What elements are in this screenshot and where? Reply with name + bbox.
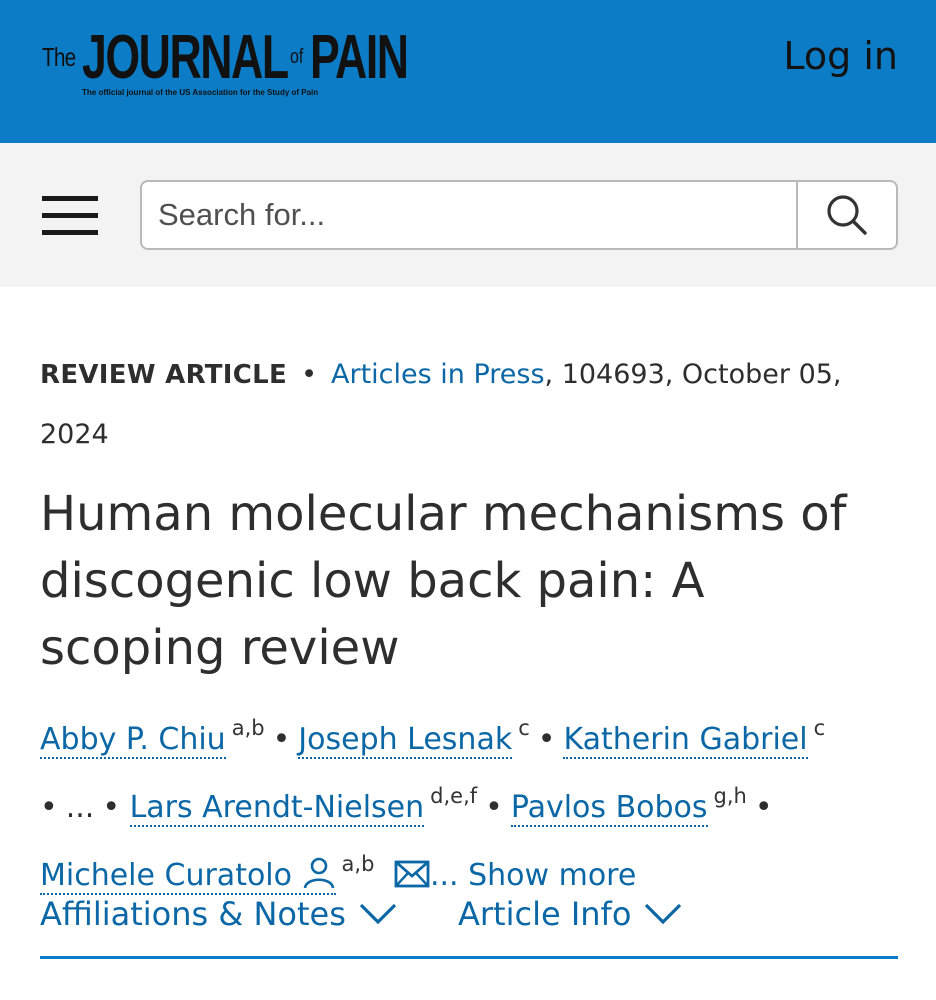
meta-separator: • [301, 359, 317, 390]
author-separator: • [272, 722, 291, 757]
author-separator: • [102, 790, 121, 825]
author-separator: • [485, 790, 503, 825]
search-box [140, 180, 898, 250]
article-meta: REVIEW ARTICLE • Articles in Press, 104693… [40, 345, 900, 464]
chevron-down-icon [645, 903, 682, 925]
login-link[interactable]: Log in [783, 34, 898, 78]
author-list: Abby P. Chiu a,b • Joseph Lesnak c • Katherin … [40, 700, 910, 904]
author-separator: • [40, 790, 58, 825]
author-name[interactable]: Joseph Lesnak [298, 722, 513, 759]
person-icon [303, 857, 334, 889]
logo-the: The [42, 42, 76, 72]
logo-tagline: The official journal of the US Associati… [82, 88, 319, 97]
author-affiliation: g,h [713, 784, 747, 808]
search-icon [827, 195, 867, 235]
journal-logo[interactable]: The JOURNAL of PAIN The official journal… [42, 22, 432, 102]
author-name[interactable]: Pavlos Bobos [510, 790, 708, 827]
logo-of: of [290, 46, 304, 68]
tab-article-info[interactable]: Article Info [458, 895, 683, 933]
tab-affiliations-notes[interactable]: Affiliations & Notes [40, 895, 398, 933]
author-affiliation: c [518, 716, 530, 740]
search-button[interactable] [796, 182, 896, 248]
author-separator: • [754, 790, 773, 825]
author-name[interactable]: Michele Curatolo [40, 857, 336, 895]
article-tabs: Affiliations & Notes Article Info [40, 895, 898, 959]
logo-journal: JOURNAL [82, 23, 289, 92]
hamburger-menu-icon[interactable] [42, 196, 98, 236]
chevron-down-icon [359, 903, 397, 925]
author-affiliation: c [813, 716, 826, 740]
article-type: REVIEW ARTICLE [40, 360, 288, 390]
logo-pain: PAIN [310, 23, 409, 92]
author-separator: • [537, 722, 556, 757]
email-icon[interactable] [394, 859, 430, 889]
author-name[interactable]: Abby P. Chiu [40, 722, 226, 759]
authors-ellipsis: ... [65, 790, 95, 825]
article-title: Human molecular mechanisms of discogenic… [40, 486, 847, 676]
author-affiliation: a,b [341, 852, 375, 876]
author-name[interactable]: Lars Arendt-Nielsen [129, 790, 425, 827]
issue-link[interactable]: Articles in Press [331, 359, 545, 390]
author-name[interactable]: Katherin Gabriel [563, 722, 808, 759]
search-input[interactable] [142, 182, 796, 248]
tab-label: Affiliations & Notes [40, 895, 346, 933]
author-affiliation: a,b [231, 716, 265, 740]
show-more-button[interactable]: ... Show more [430, 858, 636, 893]
tab-label: Article Info [458, 895, 632, 933]
site-header: The JOURNAL of PAIN The official journal… [0, 0, 936, 143]
author-affiliation: d,e,f [430, 784, 478, 808]
